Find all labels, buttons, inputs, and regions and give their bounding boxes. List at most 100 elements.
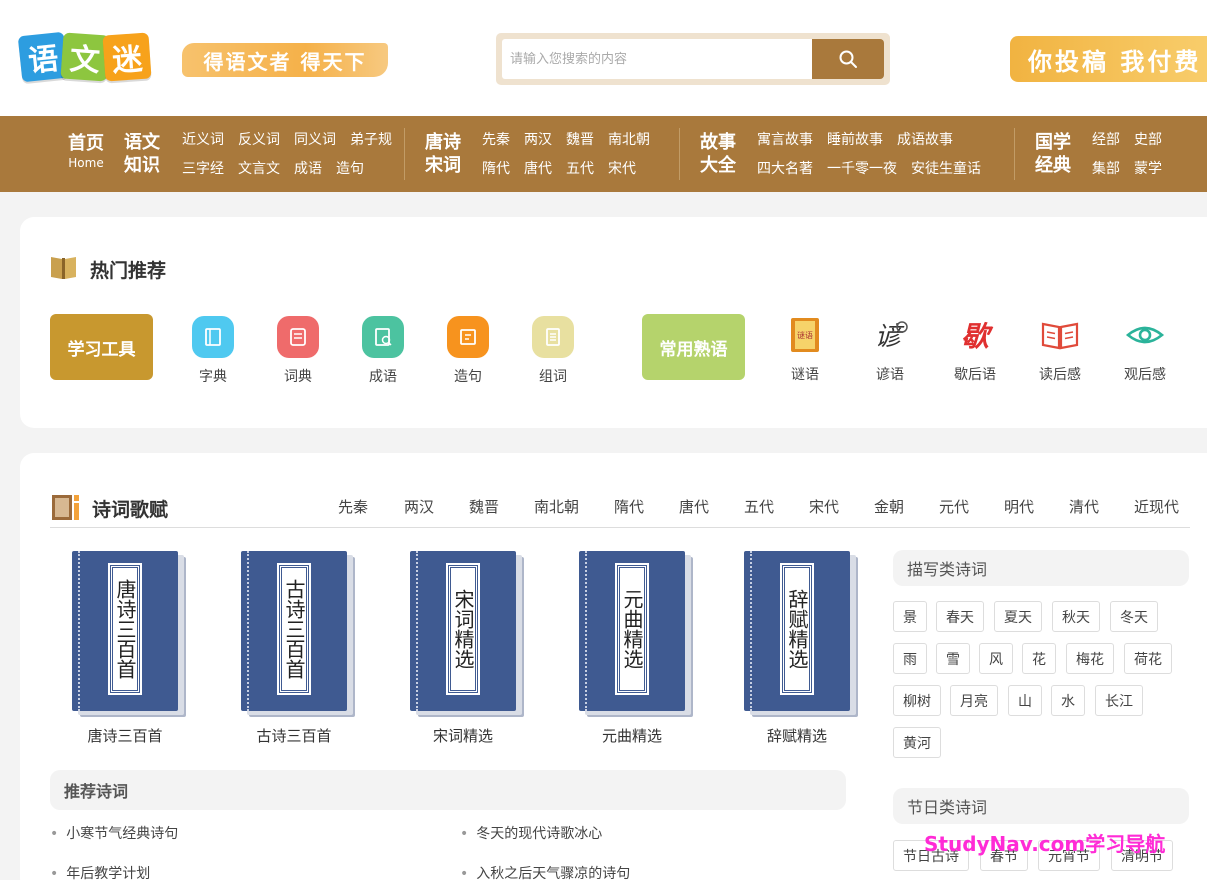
tool-word-dictionary[interactable]: 词典 — [263, 316, 333, 386]
dictionary-icon — [192, 316, 234, 358]
dynasty-tab[interactable]: 宋代 — [809, 496, 839, 517]
nav-link[interactable]: 安徒生童话 — [911, 160, 981, 178]
tool-sentence[interactable]: 造句 — [433, 316, 503, 386]
recommend-link[interactable]: 小寒节气经典诗句 — [50, 823, 178, 843]
festival-heading: 节日类诗词 — [893, 788, 1189, 824]
describe-tag[interactable]: 荷花 — [1124, 643, 1172, 674]
describe-tag[interactable]: 雨 — [893, 643, 927, 674]
nav-link[interactable]: 一千零一夜 — [827, 160, 897, 178]
nav-link[interactable]: 睡前故事 — [827, 131, 883, 149]
describe-tag[interactable]: 梅花 — [1066, 643, 1114, 674]
book-cover-title: 古诗三百首 — [277, 563, 311, 695]
nav-link[interactable]: 南北朝 — [608, 131, 650, 149]
nav-link[interactable]: 两汉 — [524, 131, 552, 149]
recommend-link[interactable]: 入秋之后天气骤凉的诗句 — [460, 863, 630, 880]
dynasty-tab[interactable]: 先秦 — [338, 496, 368, 517]
tool-dictionary[interactable]: 字典 — [178, 316, 248, 386]
describe-tag[interactable]: 黄河 — [893, 727, 941, 758]
sentence-icon — [447, 316, 489, 358]
phrase-viewing-notes[interactable]: 观后感 — [1110, 314, 1180, 384]
search-button[interactable] — [812, 39, 884, 79]
nav-link[interactable]: 蒙学 — [1134, 160, 1162, 178]
book-cover: 元曲精选 — [579, 551, 685, 711]
describe-tag[interactable]: 水 — [1051, 685, 1085, 716]
nav-link[interactable]: 寓言故事 — [757, 131, 813, 149]
nav-link[interactable]: 四大名著 — [757, 160, 813, 178]
nav-link[interactable]: 五代 — [566, 160, 594, 178]
dynasty-tab[interactable]: 南北朝 — [534, 496, 579, 517]
nav-group-title[interactable]: 故事 大全 — [700, 131, 736, 177]
describe-tag[interactable]: 风 — [979, 643, 1013, 674]
nav-home-en: Home — [68, 156, 104, 170]
poem-collection[interactable]: 辞赋精选 辞赋精选 — [732, 551, 862, 746]
nav-home[interactable]: 首页 Home — [68, 133, 104, 171]
recommend-link[interactable]: 冬天的现代诗歌冰心 — [460, 823, 602, 843]
describe-tag[interactable]: 景 — [893, 601, 927, 632]
search-input[interactable] — [502, 39, 812, 79]
dynasty-tab[interactable]: 唐代 — [679, 496, 709, 517]
nav-group-title[interactable]: 语文 知识 — [124, 131, 160, 177]
nav-link[interactable]: 唐代 — [524, 160, 552, 178]
describe-tag[interactable]: 雪 — [936, 643, 970, 674]
common-phrases-button[interactable]: 常用熟语 — [642, 314, 745, 380]
poem-collection[interactable]: 古诗三百首 古诗三百首 — [229, 551, 359, 746]
nav-link[interactable]: 反义词 — [238, 131, 280, 149]
describe-tag[interactable]: 长江 — [1095, 685, 1143, 716]
study-tools-button[interactable]: 学习工具 — [50, 314, 153, 380]
nav-link[interactable]: 史部 — [1134, 131, 1162, 149]
eye-icon — [1123, 314, 1167, 356]
nav-group-title[interactable]: 唐诗 宋词 — [425, 131, 461, 177]
phrase-xiehouyu[interactable]: 歇 歇后语 — [940, 314, 1010, 384]
tool-label: 造句 — [454, 369, 482, 385]
phrase-reading-notes[interactable]: 读后感 — [1025, 314, 1095, 384]
dynasty-tab[interactable]: 近现代 — [1134, 496, 1179, 517]
dynasty-tab[interactable]: 明代 — [1004, 496, 1034, 517]
dynasty-tab[interactable]: 金朝 — [874, 496, 904, 517]
nav-link[interactable]: 魏晋 — [566, 131, 594, 149]
poem-collection[interactable]: 唐诗三百首 唐诗三百首 — [60, 551, 190, 746]
dynasty-tab[interactable]: 元代 — [939, 496, 969, 517]
phrase-riddle[interactable]: 谜语 谜语 — [770, 314, 840, 384]
watermark: StudyNav.com学习导航 — [924, 832, 1166, 856]
tool-compose[interactable]: 组词 — [518, 316, 588, 386]
nav-link[interactable]: 弟子规 — [350, 131, 392, 149]
nav-link[interactable]: 成语故事 — [897, 131, 953, 149]
nav-group-title-line: 语文 — [124, 132, 160, 153]
site-logo[interactable]: 语 文 迷 — [17, 31, 152, 83]
phrase-label: 谜语 — [791, 367, 819, 383]
describe-tag[interactable]: 冬天 — [1110, 601, 1158, 632]
describe-tag[interactable]: 月亮 — [950, 685, 998, 716]
nav-link[interactable]: 文言文 — [238, 160, 280, 178]
dynasty-tab[interactable]: 隋代 — [614, 496, 644, 517]
nav-link[interactable]: 近义词 — [182, 131, 224, 149]
dynasty-tab[interactable]: 五代 — [744, 496, 774, 517]
nav-link[interactable]: 同义词 — [294, 131, 336, 149]
dynasty-tab[interactable]: 两汉 — [404, 496, 434, 517]
nav-link[interactable]: 造句 — [336, 160, 364, 178]
nav-link[interactable]: 成语 — [294, 160, 322, 178]
nav-link[interactable]: 宋代 — [608, 160, 636, 178]
phrase-proverb[interactable]: 谚 谚语 — [855, 314, 925, 384]
describe-tag[interactable]: 山 — [1008, 685, 1042, 716]
describe-tag[interactable]: 夏天 — [994, 601, 1042, 632]
nav-group-title[interactable]: 国学 经典 — [1035, 131, 1071, 177]
poem-collection[interactable]: 宋词精选 宋词精选 — [398, 551, 528, 746]
book-label: 唐诗三百首 — [87, 727, 163, 745]
book-label: 元曲精选 — [601, 727, 662, 745]
nav-link[interactable]: 先秦 — [482, 131, 510, 149]
describe-tag[interactable]: 花 — [1022, 643, 1056, 674]
contribute-banner[interactable]: 你投稿 我付费 — [1010, 36, 1207, 82]
nav-link[interactable]: 集部 — [1092, 160, 1120, 178]
nav-link[interactable]: 经部 — [1092, 131, 1120, 149]
tool-idiom[interactable]: 成语 — [348, 316, 418, 386]
poem-collection[interactable]: 元曲精选 元曲精选 — [567, 551, 697, 746]
dynasty-tab[interactable]: 清代 — [1069, 496, 1099, 517]
describe-tag[interactable]: 秋天 — [1052, 601, 1100, 632]
nav-link[interactable]: 隋代 — [482, 160, 510, 178]
book-binding — [78, 551, 80, 711]
nav-link[interactable]: 三字经 — [182, 160, 224, 178]
describe-tag[interactable]: 柳树 — [893, 685, 941, 716]
dynasty-tab[interactable]: 魏晋 — [469, 496, 499, 517]
describe-tag[interactable]: 春天 — [936, 601, 984, 632]
recommend-link[interactable]: 年后教学计划 — [50, 863, 150, 880]
